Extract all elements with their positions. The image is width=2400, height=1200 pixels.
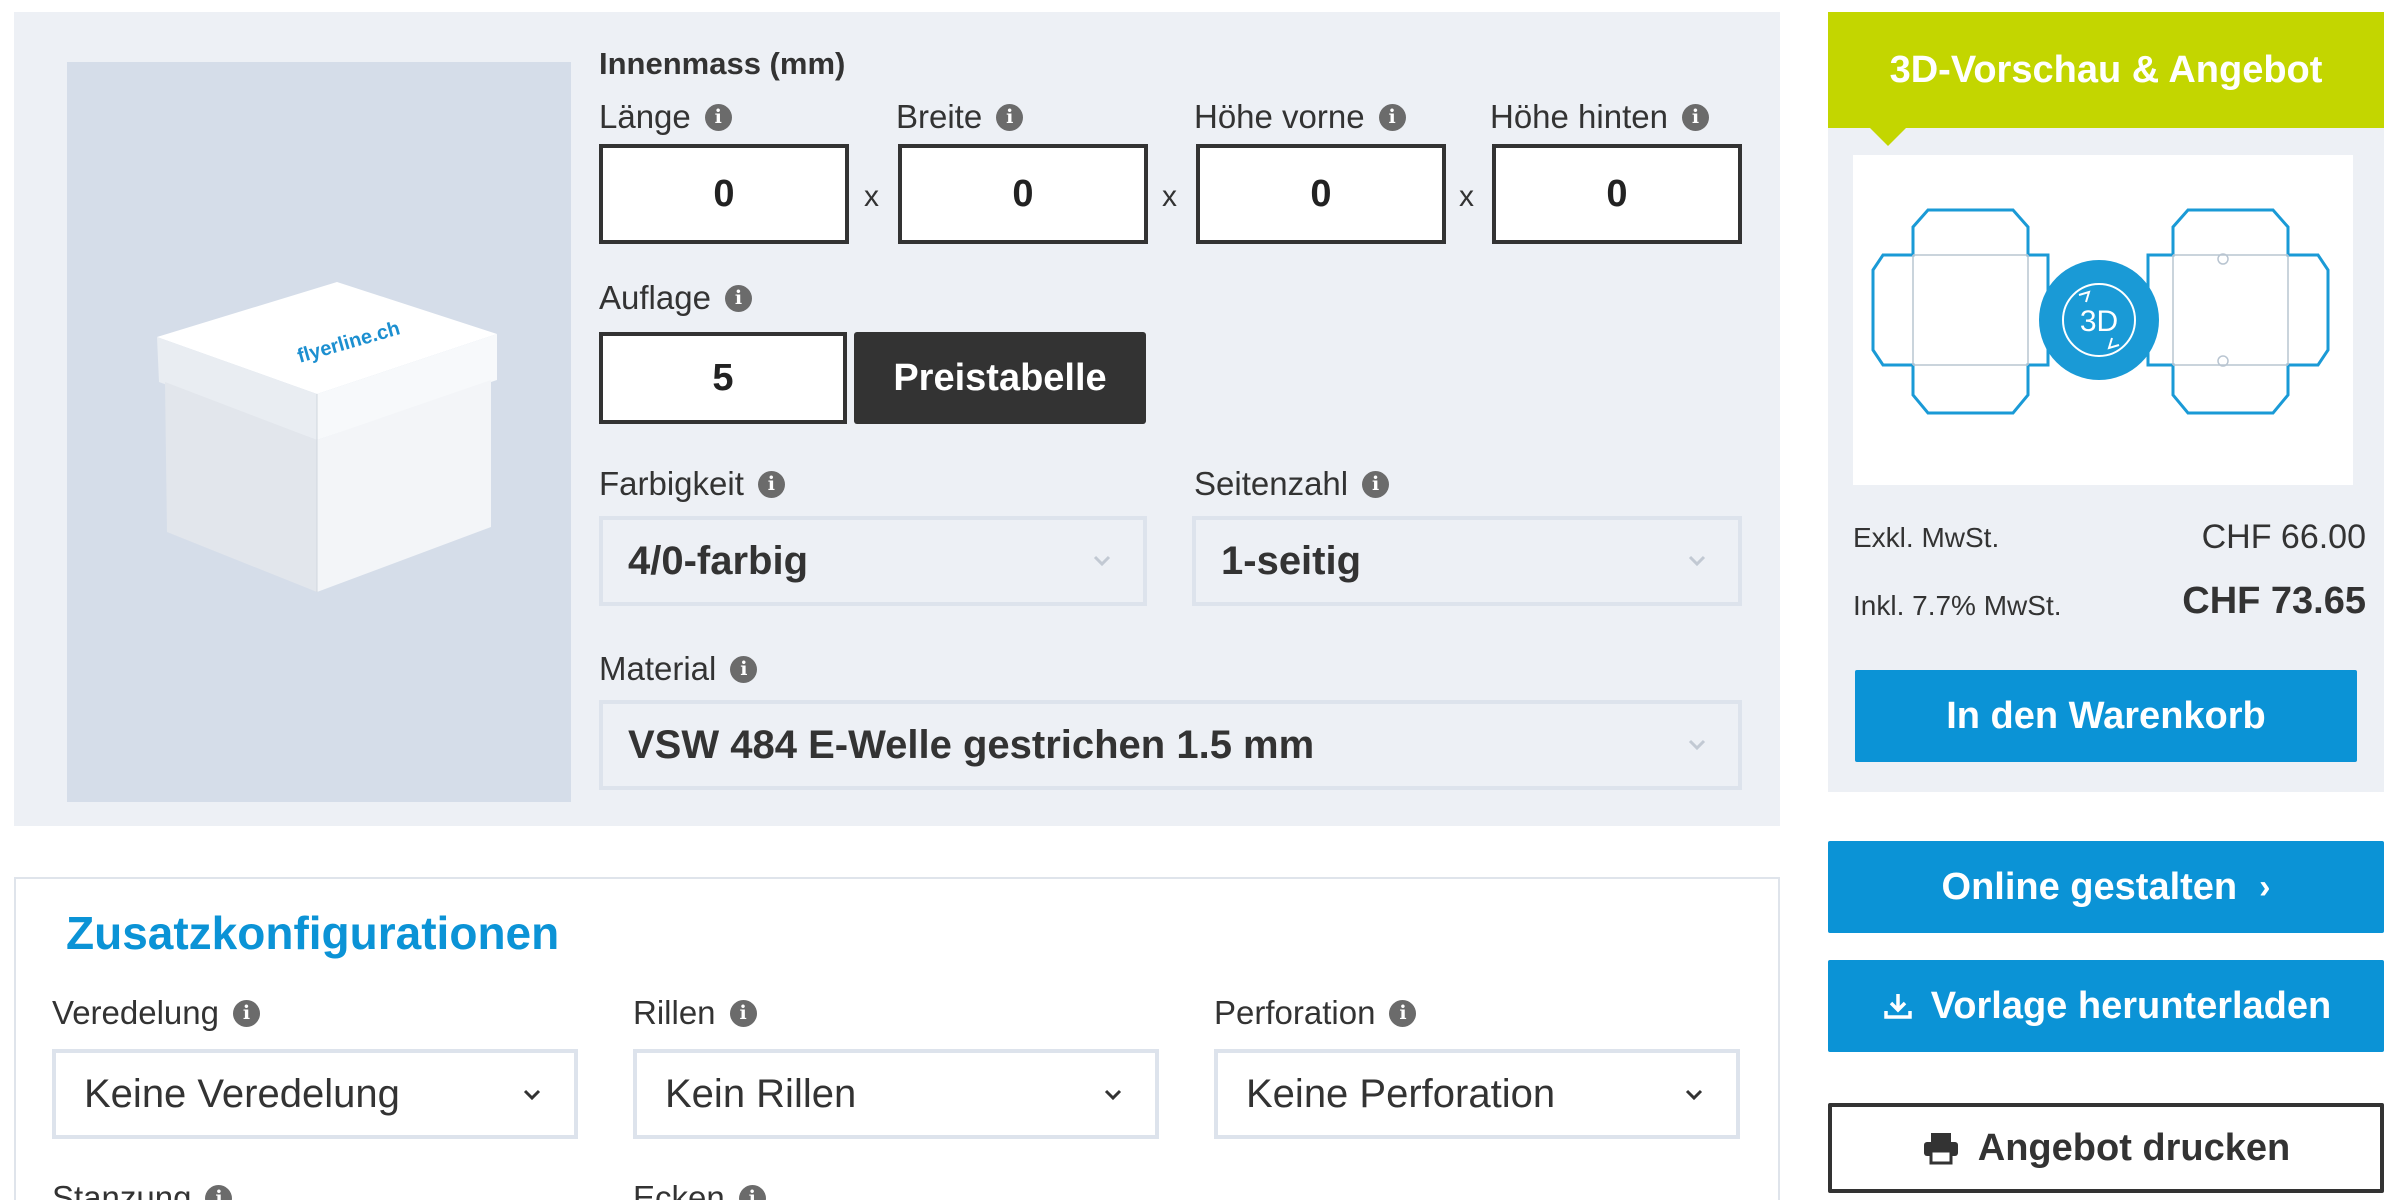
chevron-down-icon — [1688, 555, 1706, 567]
download-template-label: Vorlage herunterladen — [1930, 984, 2332, 1027]
height-back-label: Höhe hinten i — [1490, 98, 1709, 136]
quantity-label: Auflage i — [599, 279, 752, 317]
width-input[interactable]: 0 — [898, 144, 1148, 244]
perforation-label: Perforation i — [1214, 994, 1417, 1032]
info-icon[interactable]: i — [996, 103, 1024, 131]
dieline-3d-preview[interactable]: 3D — [1853, 155, 2353, 485]
extra-configuration-title: Zusatzkonfigurationen — [66, 907, 560, 959]
add-to-cart-button[interactable]: In den Warenkorb — [1855, 670, 2357, 762]
length-label: Länge i — [599, 98, 732, 136]
extra-configuration-panel: Zusatzkonfigurationen Veredelung i Keine … — [14, 877, 1780, 1200]
finishing-select[interactable]: Keine Veredelung — [52, 1049, 578, 1139]
times-symbol: x — [1162, 180, 1177, 213]
pages-label: Seitenzahl i — [1194, 465, 1390, 503]
chevron-down-icon — [1685, 1089, 1703, 1101]
print-offer-button[interactable]: Angebot drucken — [1828, 1103, 2384, 1193]
chevron-right-icon: › — [2259, 867, 2271, 906]
download-template-button[interactable]: Vorlage herunterladen — [1828, 960, 2384, 1052]
download-icon — [1883, 994, 1912, 1019]
price-table-button[interactable]: Preistabelle — [854, 332, 1146, 424]
material-label: Material i — [599, 650, 758, 688]
height-back-input[interactable]: 0 — [1492, 144, 1742, 244]
finishing-label: Veredelung i — [52, 994, 260, 1032]
perforation-select-value: Keine Perforation — [1246, 1071, 1556, 1116]
design-online-label: Online gestalten — [1941, 865, 2238, 908]
length-input[interactable]: 0 — [599, 144, 849, 244]
inner-size-heading: Innenmass (mm) — [599, 46, 846, 81]
height-front-label: Höhe vorne i — [1194, 98, 1406, 136]
product-preview: flyerline.ch — [67, 62, 571, 802]
material-select[interactable]: VSW 484 E-Welle gestrichen 1.5 mm — [599, 700, 1742, 790]
chevron-down-icon — [1104, 1089, 1122, 1101]
chevron-down-icon — [1688, 739, 1706, 751]
offer-header-notch — [1868, 126, 1908, 146]
design-online-button[interactable]: Online gestalten › — [1828, 841, 2384, 933]
info-icon[interactable]: i — [724, 284, 752, 312]
print-offer-label: Angebot drucken — [1977, 1126, 2291, 1169]
perforation-select[interactable]: Keine Perforation — [1214, 1049, 1740, 1139]
info-icon[interactable]: i — [205, 1184, 233, 1200]
finishing-select-value: Keine Veredelung — [84, 1071, 400, 1116]
chevron-down-icon — [523, 1089, 541, 1101]
creasing-select-value: Kein Rillen — [665, 1071, 857, 1116]
color-select[interactable]: 4/0-farbig — [599, 516, 1147, 606]
info-icon[interactable]: i — [730, 655, 758, 683]
info-icon[interactable]: i — [232, 999, 260, 1027]
quantity-input[interactable]: 5 — [599, 332, 847, 424]
pages-select[interactable]: 1-seitig — [1192, 516, 1742, 606]
color-label: Farbigkeit i — [599, 465, 785, 503]
info-icon[interactable]: i — [1362, 470, 1390, 498]
width-label: Breite i — [896, 98, 1024, 136]
corners-label: Ecken i — [633, 1179, 766, 1200]
material-select-value: VSW 484 E-Welle gestrichen 1.5 mm — [628, 722, 1315, 767]
info-icon[interactable]: i — [757, 470, 785, 498]
box-product-image: flyerline.ch — [157, 282, 497, 592]
info-icon[interactable]: i — [729, 999, 757, 1027]
creasing-label: Rillen i — [633, 994, 757, 1032]
times-symbol: x — [1459, 180, 1474, 213]
info-icon[interactable]: i — [704, 103, 732, 131]
punching-label: Stanzung i — [52, 1179, 233, 1200]
price-excl-value: CHF 66.00 — [2201, 518, 2366, 556]
price-excl-label: Exkl. MwSt. — [1853, 522, 2000, 553]
offer-header: 3D-Vorschau & Angebot — [1828, 12, 2384, 128]
price-incl-label: Inkl. 7.7% MwSt. — [1853, 590, 2062, 621]
height-front-input[interactable]: 0 — [1196, 144, 1446, 244]
info-icon[interactable]: i — [738, 1184, 766, 1200]
info-icon[interactable]: i — [1681, 103, 1709, 131]
printer-icon — [1923, 1133, 1958, 1165]
times-symbol: x — [864, 180, 879, 213]
3d-badge-label: 3D — [2080, 305, 2118, 338]
color-select-value: 4/0-farbig — [628, 538, 809, 583]
dieline-image: 3D — [1871, 208, 2330, 415]
price-incl-value: CHF 73.65 — [2182, 580, 2366, 622]
pages-select-value: 1-seitig — [1221, 538, 1362, 583]
info-icon[interactable]: i — [1389, 999, 1417, 1027]
configurator-panel: flyerline.ch Innenmass (mm) Länge i Breit… — [14, 12, 1780, 826]
info-icon[interactable]: i — [1378, 103, 1406, 131]
offer-panel: 3D-Vorschau & Angebot 3D Exkl. MwSt. CHF… — [1828, 12, 2384, 792]
chevron-down-icon — [1093, 555, 1111, 567]
creasing-select[interactable]: Kein Rillen — [633, 1049, 1159, 1139]
